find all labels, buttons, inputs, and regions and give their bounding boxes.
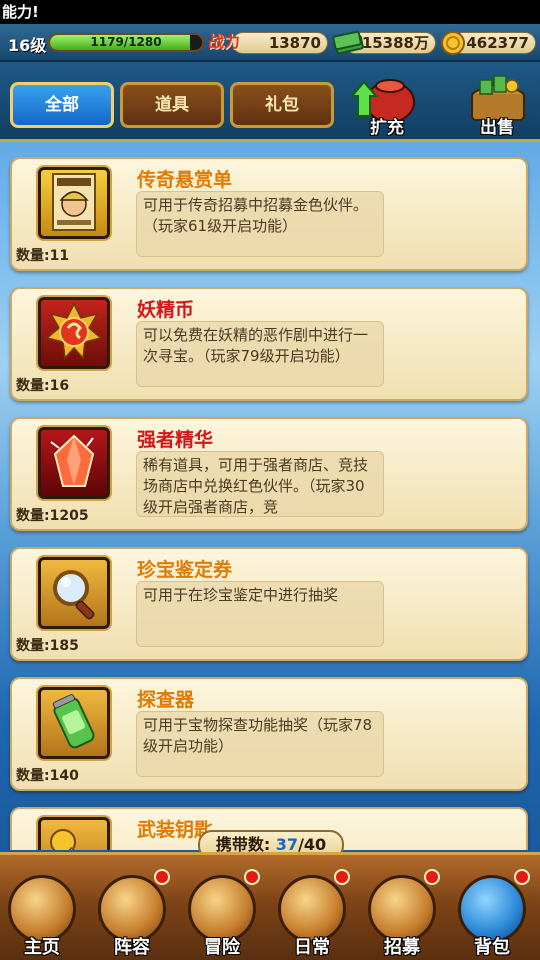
item-card[interactable]: 数量:16 妖精币 可以免费在妖精的恶作剧中进行一次寻宝。（玩家79级开启功能） <box>10 287 528 401</box>
gold-coin-icon <box>441 31 465 55</box>
item-quantity: 数量:185 <box>16 638 79 654</box>
notification-dot <box>424 869 440 885</box>
item-description: 可用于在珍宝鉴定中进行抽奖 <box>136 581 384 647</box>
bottom-nav: 主页 阵容 冒险 日常 招募 背包 <box>0 852 540 960</box>
item-name: 妖精币 <box>137 299 195 321</box>
item-description: 可用于宝物探查功能抽奖（玩家78级开启功能） <box>136 711 384 777</box>
key-icon <box>38 817 110 850</box>
power-icon: 战力 <box>208 32 241 51</box>
notification-dot <box>514 869 530 885</box>
announcement-ticker: 能力! <box>0 0 540 24</box>
red-crystal-icon <box>38 427 110 499</box>
magnifier-icon <box>38 557 110 629</box>
fairy-coin-icon <box>38 297 110 369</box>
item-list[interactable]: 数量:11 传奇悬赏单 可用于传奇招募中招募金色伙伴。（玩家61级开启功能） 数… <box>0 145 540 850</box>
notification-dot <box>154 869 170 885</box>
wanted-poster-icon <box>38 167 110 239</box>
nav-daily[interactable]: 日常 <box>272 869 352 960</box>
item-card[interactable]: 数量:11 传奇悬赏单 可用于传奇招募中招募金色伙伴。（玩家61级开启功能） <box>10 157 528 271</box>
cash-stack-icon <box>332 30 364 55</box>
item-description: 可用于传奇招募中招募金色伙伴。（玩家61级开启功能） <box>136 191 384 257</box>
item-card[interactable]: 数量:1205 强者精华 稀有道具，可用于强者商店、竞技场商店中兑换红色伙伴。（… <box>10 417 528 531</box>
item-quantity: 数量:140 <box>16 768 79 784</box>
tab-gifts[interactable]: 礼包 <box>230 82 334 128</box>
sell-button[interactable]: 出售 <box>460 72 534 138</box>
power-value: 13870 <box>268 34 321 52</box>
cash-value: 15388万 <box>361 34 429 52</box>
item-quantity: 数量:16 <box>16 378 70 394</box>
exp-bar: 1179/1280 <box>48 33 204 52</box>
item-name: 探查器 <box>137 689 195 711</box>
notification-dot <box>244 869 260 885</box>
nav-home[interactable]: 主页 <box>2 869 82 960</box>
nav-bag[interactable]: 背包 <box>452 869 532 960</box>
expand-button[interactable]: 扩充 <box>349 72 424 138</box>
item-description: 可以免费在妖精的恶作剧中进行一次寻宝。（玩家79级开启功能） <box>136 321 384 387</box>
item-description: 稀有道具，可用于强者商店、竞技场商店中兑换红色伙伴。（玩家30级开启强者商店，竞 <box>136 451 384 517</box>
item-card[interactable]: 数量:185 珍宝鉴定券 可用于在珍宝鉴定中进行抽奖 <box>10 547 528 661</box>
status-bar: 16级 1179/1280 13870 战力 15388万 462377 <box>0 24 540 62</box>
item-quantity: 数量:1205 <box>16 508 89 524</box>
item-name: 珍宝鉴定券 <box>137 559 233 581</box>
item-name: 传奇悬赏单 <box>137 169 233 191</box>
item-card[interactable]: 数量:140 探查器 可用于宝物探查功能抽奖（玩家78级开启功能） <box>10 677 528 791</box>
coin-value: 462377 <box>466 34 529 52</box>
tab-items[interactable]: 道具 <box>120 82 224 128</box>
notification-dot <box>334 869 350 885</box>
item-quantity: 数量:11 <box>16 248 70 264</box>
nav-adventure[interactable]: 冒险 <box>182 869 262 960</box>
tab-all[interactable]: 全部 <box>10 82 114 128</box>
bag-tab-bar: 全部 道具 礼包 扩充 出售 <box>0 62 540 142</box>
player-level: 16级 <box>8 36 47 55</box>
nav-lineup[interactable]: 阵容 <box>92 869 172 960</box>
exp-text: 1179/1280 <box>90 35 162 49</box>
ticker-text: 能力! <box>2 3 39 21</box>
item-name: 强者精华 <box>137 429 214 451</box>
nav-recruit[interactable]: 招募 <box>362 869 442 960</box>
detector-icon <box>38 687 110 759</box>
